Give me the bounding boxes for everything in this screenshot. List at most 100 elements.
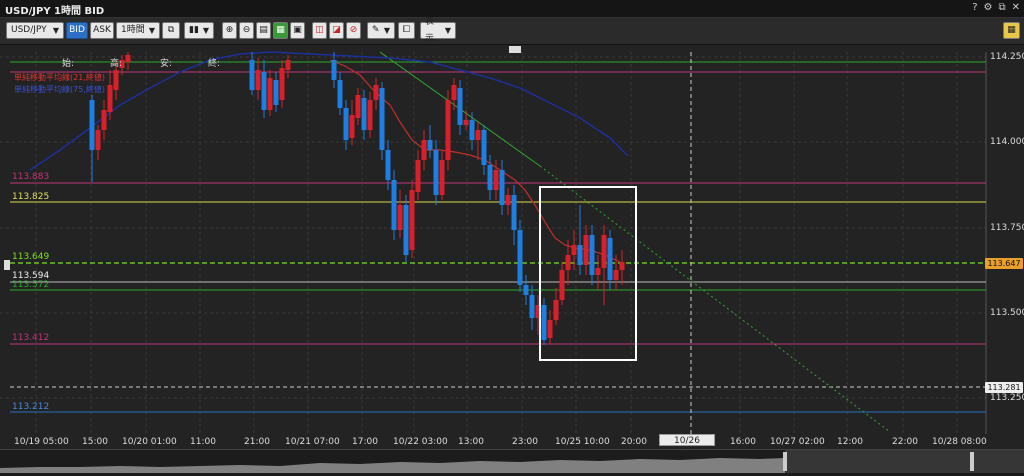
time-tick: 13:00 <box>458 437 484 447</box>
restore-icon[interactable]: ⧉ <box>998 2 1005 13</box>
candle-body <box>445 100 451 160</box>
navigator-window[interactable] <box>785 450 1024 473</box>
candle-body <box>101 110 107 130</box>
candle-body <box>95 130 101 150</box>
screenshot-button[interactable]: ⧠ <box>398 22 415 39</box>
chart-type-select[interactable]: ▮▮ ▼ <box>184 22 214 39</box>
bid-label: BID <box>69 25 85 35</box>
chevron-down-icon: ▼ <box>202 26 210 35</box>
camera-icon: ⧠ <box>402 25 411 35</box>
candle-body <box>595 268 601 275</box>
time-tick: 10/27 02:00 <box>770 437 825 447</box>
panel-button[interactable]: ▣ <box>290 22 305 39</box>
order-icon: ◫ <box>315 25 324 35</box>
candle-body <box>493 170 499 190</box>
candle-body <box>523 285 529 295</box>
help-icon[interactable]: ? <box>972 2 977 13</box>
cursor-price-tag: 113.281 <box>985 382 1023 393</box>
candle-body <box>517 230 523 285</box>
chart-navigator[interactable] <box>0 449 1024 473</box>
chart-toolbar: USD/JPY ▼ BID ASK 1時間 ▼ ⧉ ▮▮ ▼ ⊕ ⊖ ▤ ▦ ▣… <box>0 17 1024 45</box>
candle-body <box>499 170 505 205</box>
gear-icon[interactable]: ⚙ <box>984 2 993 13</box>
candle-body <box>267 78 273 110</box>
symbol-select[interactable]: USD/JPY ▼ <box>6 22 64 39</box>
navigator-handle[interactable] <box>970 452 974 471</box>
collapse-toolbar-handle[interactable] <box>509 46 521 53</box>
navigator-overview <box>0 450 1024 473</box>
plot-background <box>0 52 986 434</box>
time-tick: 21:00 <box>244 437 270 447</box>
candle-body <box>89 100 95 150</box>
ohlc-open-label: 始: <box>62 59 75 69</box>
candle-body <box>403 205 409 255</box>
pencil-icon: ✎ <box>372 25 380 35</box>
duplicate-chart-button[interactable]: ⧉ <box>162 22 180 39</box>
candle-body <box>571 245 577 255</box>
candle-body <box>113 70 119 90</box>
candle-body <box>553 300 559 320</box>
timeframe-value: 1時間 <box>121 25 145 35</box>
time-tick: 20:00 <box>621 437 647 447</box>
candle-body <box>601 235 607 268</box>
candle-body <box>565 255 571 270</box>
time-tick: 17:00 <box>352 437 378 447</box>
time-tick: 11:00 <box>190 437 216 447</box>
price-tick: 113.500 <box>990 308 1024 318</box>
chevron-down-icon: ▼ <box>444 26 451 35</box>
legend-sma75: 単純移動平均線(75,終値) <box>14 85 105 94</box>
zoom-in-button[interactable]: ⊕ <box>222 22 237 39</box>
left-panel-handle[interactable] <box>4 260 10 270</box>
close-icon[interactable]: ✕ <box>1012 2 1020 13</box>
candle-body <box>511 195 517 230</box>
price-tick: 114.000 <box>990 137 1024 147</box>
price-chart[interactable] <box>0 45 1024 472</box>
candle-body <box>261 72 267 110</box>
candle-body <box>469 120 475 140</box>
navigator-handle[interactable] <box>783 452 787 471</box>
candle-body <box>475 130 481 140</box>
candle-body <box>607 238 613 280</box>
time-tick: 15:00 <box>82 437 108 447</box>
timeframe-select[interactable]: 1時間 ▼ <box>116 22 160 39</box>
candle-body <box>337 80 343 108</box>
candle-body <box>451 85 457 100</box>
time-tick: 10/19 05:00 <box>14 437 69 447</box>
order-buy-button[interactable]: ◪ <box>329 22 344 39</box>
level-label-113572: 113.572 <box>12 280 50 290</box>
time-tick: 10/21 07:00 <box>285 437 340 447</box>
view-menu-button[interactable]: 表示 ▼ <box>420 17 456 44</box>
table-view-button[interactable]: ▤ <box>256 22 271 39</box>
ask-button[interactable]: ASK <box>90 22 114 39</box>
candle-body <box>433 150 439 195</box>
order-icon: ◪ <box>332 25 341 35</box>
calculator-icon: ▦ <box>1007 25 1016 35</box>
candle-body <box>379 88 385 150</box>
calculator-button[interactable]: ▦ <box>1003 22 1020 39</box>
layout-button[interactable]: ▦ <box>273 22 288 39</box>
zoom-out-icon: ⊖ <box>242 25 251 35</box>
candle-body <box>421 140 427 160</box>
level-label-113649: 113.649 <box>12 252 50 262</box>
order-close-button[interactable]: ⊘ <box>346 22 361 39</box>
zoom-out-button[interactable]: ⊖ <box>239 22 254 39</box>
current-price-tag: 113.647 <box>985 258 1023 269</box>
ohlc-low-label: 安: <box>160 59 173 69</box>
candle-body <box>107 85 113 112</box>
time-tick: 10/20 01:00 <box>122 437 177 447</box>
candle-body <box>547 320 553 338</box>
candle-body <box>373 85 379 100</box>
duplicate-icon: ⧉ <box>167 25 175 35</box>
order-sell-button[interactable]: ◫ <box>312 22 327 39</box>
candle-body <box>249 60 255 90</box>
candle-body <box>367 100 373 130</box>
candle-body <box>349 115 355 138</box>
order-close-icon: ⊘ <box>349 25 358 35</box>
level-label-113883: 113.883 <box>12 172 50 182</box>
bid-button[interactable]: BID <box>66 22 88 39</box>
draw-tool-select[interactable]: ✎ ▼ <box>367 22 395 39</box>
time-tick: 10/25 10:00 <box>555 437 610 447</box>
candle-body <box>529 295 535 318</box>
table-icon: ▤ <box>259 25 268 35</box>
candle-body <box>583 235 589 265</box>
